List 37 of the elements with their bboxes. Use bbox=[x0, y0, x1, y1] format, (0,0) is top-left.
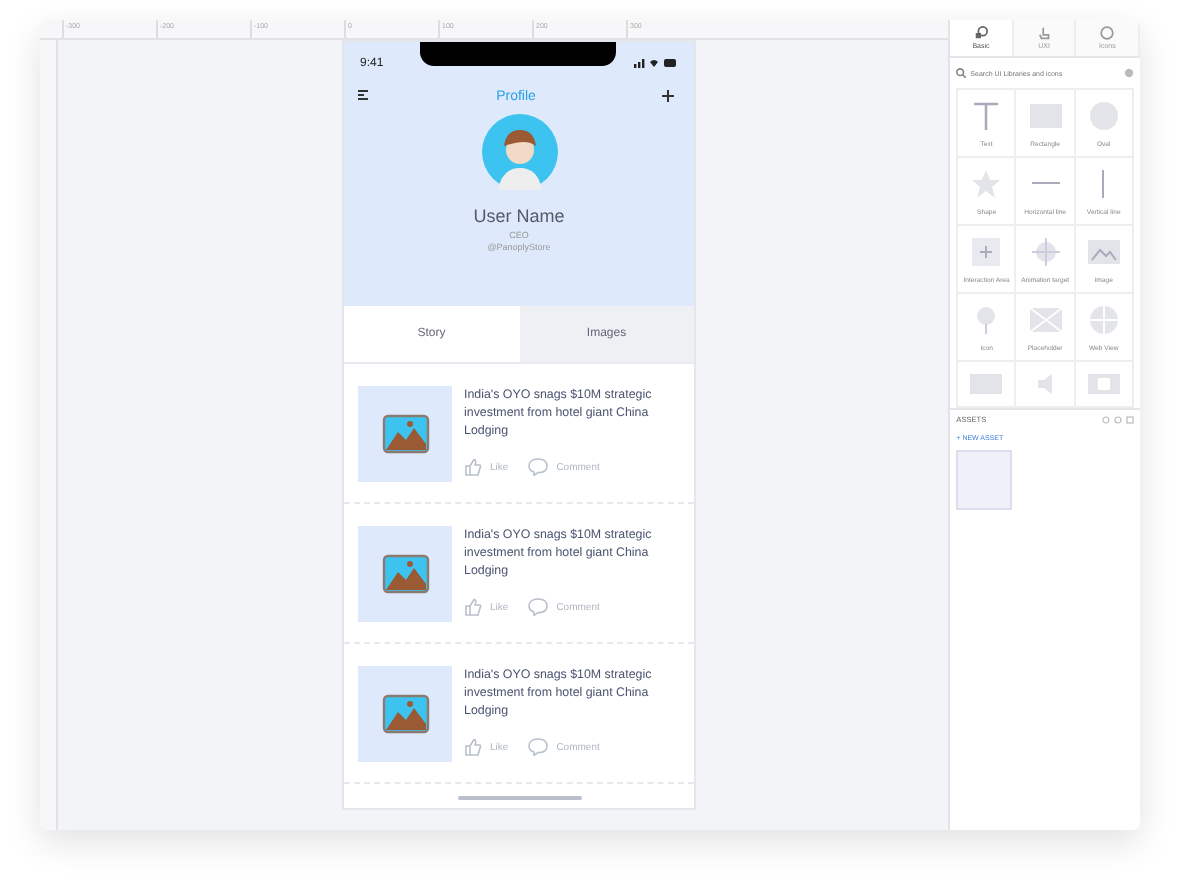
thumbs-up-icon[interactable] bbox=[464, 458, 482, 476]
asset-thumbnail[interactable] bbox=[956, 450, 1013, 510]
status-icons bbox=[634, 57, 678, 67]
picture-icon bbox=[381, 414, 429, 454]
comment-icon[interactable] bbox=[528, 458, 549, 476]
hline-icon bbox=[1031, 182, 1060, 184]
add-icon[interactable] bbox=[662, 90, 674, 102]
settings-icon[interactable] bbox=[1124, 68, 1134, 78]
comment-icon[interactable] bbox=[528, 598, 549, 616]
thumbs-up-icon[interactable] bbox=[464, 738, 482, 756]
image-icon bbox=[1085, 235, 1122, 267]
picture-icon bbox=[381, 694, 429, 734]
oval-icon bbox=[1085, 99, 1122, 131]
component-tile[interactable] bbox=[1075, 362, 1134, 408]
user-name: User Name bbox=[473, 206, 565, 226]
assets-tool-icons[interactable] bbox=[1102, 416, 1134, 424]
interaction-icon bbox=[968, 235, 1005, 267]
rect-icon bbox=[1027, 99, 1064, 131]
search-icon bbox=[956, 68, 967, 78]
vline-icon bbox=[1102, 169, 1105, 197]
home-indicator bbox=[457, 796, 581, 800]
globe-icon bbox=[1085, 303, 1122, 335]
comment-icon[interactable] bbox=[528, 738, 549, 756]
thumbs-up-icon[interactable] bbox=[464, 598, 482, 616]
avatar-icon bbox=[481, 114, 557, 190]
star-icon bbox=[968, 167, 1005, 199]
hand-icon bbox=[1037, 26, 1052, 40]
speaker-icon bbox=[1038, 374, 1053, 394]
component-tile[interactable] bbox=[958, 362, 1017, 408]
component-tile[interactable] bbox=[1016, 362, 1076, 408]
menu-icon[interactable] bbox=[358, 90, 370, 102]
video-icon bbox=[1085, 368, 1122, 400]
target-icon bbox=[1027, 235, 1064, 267]
smiley-icon bbox=[1100, 26, 1115, 40]
picture-icon bbox=[381, 554, 429, 594]
placeholder-icon bbox=[1027, 303, 1064, 335]
shapes-icon bbox=[973, 26, 988, 40]
